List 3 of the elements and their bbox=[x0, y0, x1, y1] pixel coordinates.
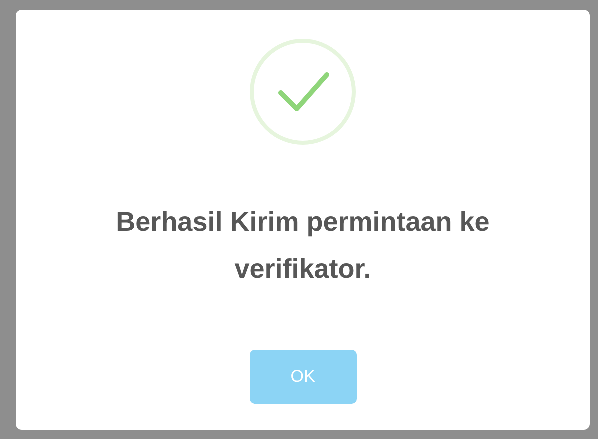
ok-button[interactable]: OK bbox=[250, 350, 356, 404]
alert-message: Berhasil Kirim permintaan ke verifikator. bbox=[115, 206, 491, 286]
success-check-icon bbox=[248, 37, 358, 147]
